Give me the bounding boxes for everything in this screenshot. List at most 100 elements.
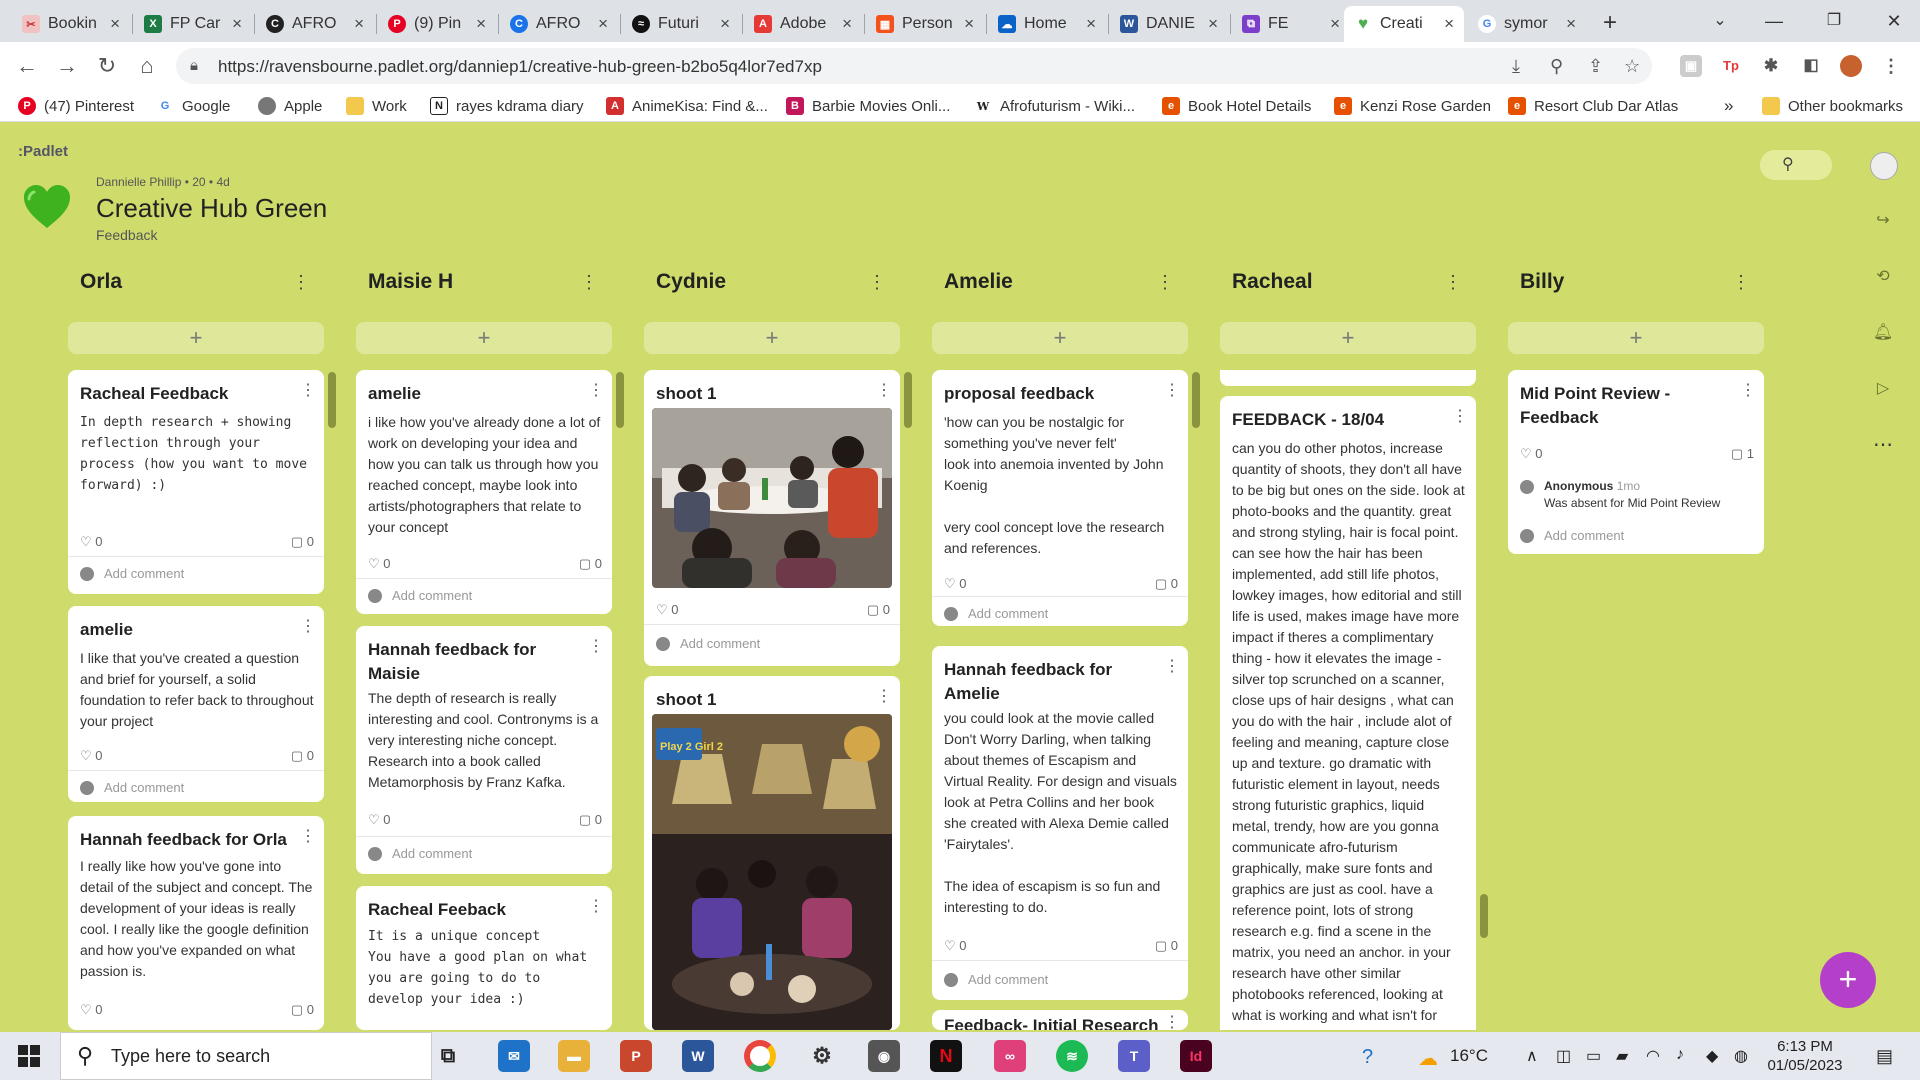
browser-tab[interactable]: ✂ Bookin × [12,6,130,42]
reload-icon[interactable]: ↻ [94,54,120,78]
bookmark-item[interactable]: e Kenzi Rose Garden [1334,95,1491,117]
post-menu-icon[interactable]: ⋮ [1164,1012,1180,1030]
like-button[interactable]: ♡ 0 [1520,446,1543,462]
add-comment-field[interactable]: Add comment [656,636,760,651]
file-explorer-icon[interactable]: ▬ [558,1040,590,1072]
column-scrollbar[interactable] [1192,372,1200,428]
close-window-icon[interactable]: ✕ [1874,4,1914,38]
column-header-racheal[interactable]: Racheal [1232,270,1313,294]
close-icon[interactable]: × [232,14,242,34]
add-post-button[interactable]: + [932,322,1188,354]
address-bar[interactable]: 🔒︎ https://ravensbourne.padlet.org/danni… [176,48,1652,84]
taskbar-clock[interactable]: 6:13 PM 01/05/2023 [1750,1037,1860,1075]
comment-count-button[interactable]: ▢ 1 [1731,446,1754,462]
post-card[interactable]: amelie ⋮ I like that you've created a qu… [68,606,324,802]
comment-count-button[interactable]: ▢ 0 [291,748,314,764]
post-card[interactable]: shoot 1 ⋮ ♡ 0 ▢ 0 Add comment [644,370,900,666]
like-button[interactable]: ♡ 0 [80,748,103,764]
user-avatar[interactable] [1870,152,1898,180]
close-icon[interactable]: × [720,14,730,34]
task-view-icon[interactable]: ⧉ [432,1040,464,1072]
tab-search-icon[interactable]: ⌄ [1700,4,1740,38]
bookmark-folder[interactable]: Work [346,95,407,117]
lock-icon[interactable]: 🔒︎ [190,57,198,74]
battery-icon[interactable]: ▰ [1616,1046,1628,1066]
add-comment-field[interactable]: Add comment [368,588,472,603]
comment-count-button[interactable]: ▢ 0 [579,556,602,572]
browser-tab[interactable]: ☁ Home × [988,6,1106,42]
help-icon[interactable]: ? [1362,1046,1373,1069]
post-card[interactable]: Feedback- Initial Research ⋮ [932,1010,1188,1030]
comment-count-button[interactable]: ▢ 0 [867,602,890,618]
column-menu-icon[interactable]: ⋮ [580,272,598,293]
post-card[interactable]: Hannah feedback for Maisie ⋮ The depth o… [356,626,612,874]
like-button[interactable]: ♡ 0 [656,602,679,618]
add-comment-field[interactable]: Add comment [368,846,472,861]
like-button[interactable]: ♡ 0 [368,556,391,572]
add-comment-field[interactable]: Add comment [80,780,184,795]
post-card[interactable]: Racheal Feedback ⋮ In depth research + s… [68,370,324,594]
close-icon[interactable]: × [1208,14,1218,34]
close-icon[interactable]: × [110,14,120,34]
post-menu-icon[interactable]: ⋮ [300,616,316,636]
close-icon[interactable]: × [1086,14,1096,34]
post-card[interactable]: FEEDBACK - 18/04 ⋮ can you do other phot… [1220,396,1476,1030]
column-header-billy[interactable]: Billy [1520,270,1564,294]
post-card[interactable]: Hannah feedback for Orla ⋮ I really like… [68,816,324,1030]
close-icon[interactable]: × [598,14,608,34]
browser-tab[interactable]: ⧉ FE × [1232,6,1350,42]
close-icon[interactable]: × [1330,14,1340,34]
bookmark-star-icon[interactable]: ☆ [1624,56,1640,77]
home-icon[interactable]: ⌂ [134,54,160,78]
network-globe-icon[interactable]: ◍ [1734,1046,1748,1066]
install-icon[interactable]: ⤓ [1512,56,1520,77]
browser-tab[interactable]: ▦ Person × [866,6,984,42]
post-card[interactable]: proposal feedback ⋮ 'how can you be nost… [932,370,1188,626]
search-button[interactable]: ⚲ [1760,150,1832,180]
browser-tab[interactable]: W DANIE × [1110,6,1228,42]
dropbox-icon[interactable]: ◆ [1706,1046,1718,1066]
add-comment-field[interactable]: Add comment [1520,528,1624,543]
column-header-orla[interactable]: Orla [80,270,122,294]
extension-tp-icon[interactable]: Tp [1720,55,1742,77]
post-image-dinner-party[interactable] [652,408,892,588]
bookmark-item[interactable]: Apple [258,95,322,117]
like-button[interactable]: ♡ 0 [368,812,391,828]
notifications-icon[interactable]: 🔔︎ [1868,318,1898,348]
share-arrow-icon[interactable]: ↪ [1868,206,1898,236]
comment-count-button[interactable]: ▢ 0 [291,1002,314,1018]
post-menu-icon[interactable]: ⋮ [876,686,892,706]
indesign-icon[interactable]: Id [1180,1040,1212,1072]
comment-count-button[interactable]: ▢ 0 [579,812,602,828]
side-panel-icon[interactable]: ◧ [1800,55,1822,77]
close-icon[interactable]: × [476,14,486,34]
post-card[interactable]: Racheal Feeback ⋮ It is a unique concept… [356,886,612,1030]
post-menu-icon[interactable]: ⋮ [588,380,604,400]
url-text[interactable]: https://ravensbourne.padlet.org/danniep1… [218,57,822,77]
browser-tab[interactable]: P (9) Pin × [378,6,496,42]
add-post-button[interactable]: + [1220,322,1476,354]
close-icon[interactable]: × [1444,14,1454,34]
post-menu-icon[interactable]: ⋮ [588,636,604,656]
browser-tab[interactable]: C AFRO × [500,6,618,42]
column-menu-icon[interactable]: ⋮ [1444,272,1462,293]
new-tab-button[interactable]: + [1596,9,1624,37]
close-icon[interactable]: × [842,14,852,34]
add-post-button[interactable]: + [1508,322,1764,354]
post-card[interactable]: Mid Point Review - Feedback ⋮ ♡ 0 ▢ 1 An… [1508,370,1764,554]
column-header-cydnie[interactable]: Cydnie [656,270,726,294]
padlet-logo[interactable]: :Padlet [18,143,68,160]
bookmark-item[interactable]: W Afrofuturism - Wiki... [974,95,1135,117]
close-icon[interactable]: × [1566,14,1576,34]
notifications-center-icon[interactable]: ▤ [1876,1046,1893,1067]
weather-temperature[interactable]: 16°C [1450,1046,1488,1066]
camera-icon[interactable]: ◉ [868,1040,900,1072]
post-menu-icon[interactable]: ⋮ [1164,656,1180,676]
add-comment-field[interactable]: Add comment [944,606,1048,621]
powerpoint-icon[interactable]: P [620,1040,652,1072]
close-icon[interactable]: × [964,14,974,34]
browser-tab-active[interactable]: ♥ Creati × [1344,6,1464,42]
browser-tab[interactable]: Gsymor × [1468,6,1586,42]
back-icon[interactable]: ← [14,54,40,78]
add-comment-field[interactable]: Add comment [80,566,184,581]
